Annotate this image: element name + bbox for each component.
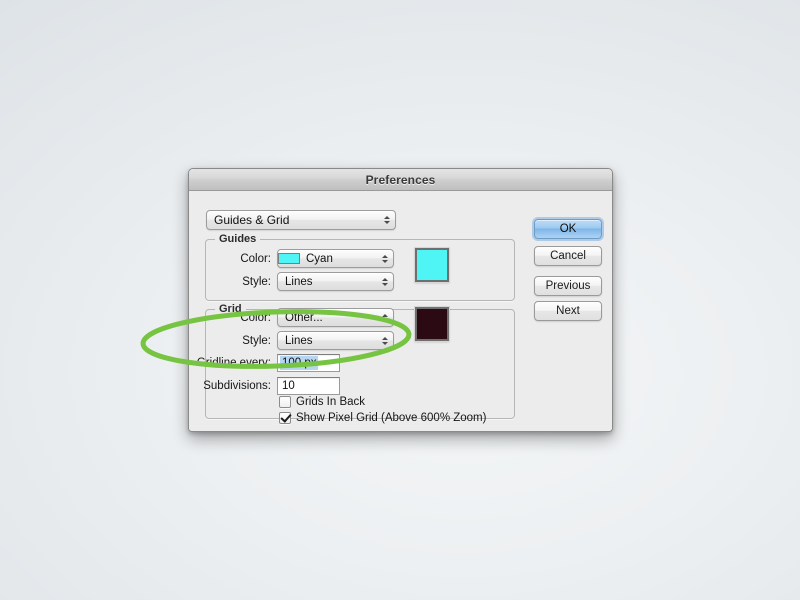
chevron-updown-icon bbox=[382, 336, 388, 345]
dialog-title: Preferences bbox=[365, 172, 436, 187]
grid-color-value: Other... bbox=[285, 311, 323, 324]
chevron-updown-icon bbox=[382, 277, 388, 286]
guides-color-swatch[interactable] bbox=[415, 248, 449, 282]
subdivisions-value: 10 bbox=[282, 380, 295, 392]
section-popup-menu[interactable]: Guides & Grid bbox=[206, 210, 396, 230]
guides-color-row: Color: Cyan bbox=[203, 249, 513, 268]
gridline-every-row: Gridline every: 100 px bbox=[195, 354, 513, 372]
show-pixel-grid-checkbox[interactable]: Show Pixel Grid (Above 600% Zoom) bbox=[279, 412, 486, 424]
show-pixel-grid-label: Show Pixel Grid (Above 600% Zoom) bbox=[296, 412, 487, 424]
gridline-every-input[interactable]: 100 px bbox=[277, 354, 340, 372]
guides-color-value: Cyan bbox=[306, 252, 333, 265]
guides-style-row: Style: Lines bbox=[203, 272, 513, 291]
chevron-updown-icon bbox=[382, 254, 388, 263]
dialog-titlebar[interactable]: Preferences bbox=[189, 169, 612, 191]
preferences-dialog: Preferences Guides & Grid Guides Color: … bbox=[188, 168, 613, 432]
next-button[interactable]: Next bbox=[534, 301, 602, 321]
guides-group-legend: Guides bbox=[215, 233, 261, 245]
guides-color-popup[interactable]: Cyan bbox=[277, 249, 394, 268]
previous-button[interactable]: Previous bbox=[534, 276, 602, 296]
chevron-updown-icon bbox=[382, 313, 388, 322]
grid-style-value: Lines bbox=[285, 334, 313, 347]
grids-in-back-label: Grids In Back bbox=[296, 396, 366, 408]
subdivisions-row: Subdivisions: 10 bbox=[195, 377, 513, 395]
subdivisions-label: Subdivisions: bbox=[203, 380, 271, 392]
subdivisions-input[interactable]: 10 bbox=[277, 377, 340, 395]
gridline-every-label: Gridline every: bbox=[196, 357, 271, 369]
grid-style-row: Style: Lines bbox=[203, 331, 513, 350]
grid-color-swatch[interactable] bbox=[415, 307, 449, 341]
grid-style-label: Style: bbox=[242, 334, 271, 347]
checkbox-checked-icon bbox=[279, 412, 291, 424]
grids-in-back-checkbox[interactable]: Grids In Back bbox=[279, 396, 365, 408]
section-popup-value: Guides & Grid bbox=[214, 213, 290, 227]
cancel-button[interactable]: Cancel bbox=[534, 246, 602, 266]
guides-style-popup[interactable]: Lines bbox=[277, 272, 394, 291]
grid-color-popup[interactable]: Other... bbox=[277, 308, 394, 327]
guides-color-chip bbox=[278, 253, 300, 264]
ok-button[interactable]: OK bbox=[534, 219, 602, 239]
checkbox-icon bbox=[279, 396, 291, 408]
guides-color-label: Color: bbox=[240, 252, 271, 265]
grid-color-row: Color: Other... bbox=[203, 308, 513, 327]
gridline-every-value: 100 px bbox=[280, 356, 318, 370]
grid-style-popup[interactable]: Lines bbox=[277, 331, 394, 350]
dialog-body: Guides & Grid Guides Color: Cyan Style: … bbox=[189, 191, 612, 431]
grid-color-label: Color: bbox=[240, 311, 271, 324]
guides-style-label: Style: bbox=[242, 275, 271, 288]
chevron-updown-icon bbox=[384, 216, 390, 224]
guides-style-value: Lines bbox=[285, 275, 313, 288]
